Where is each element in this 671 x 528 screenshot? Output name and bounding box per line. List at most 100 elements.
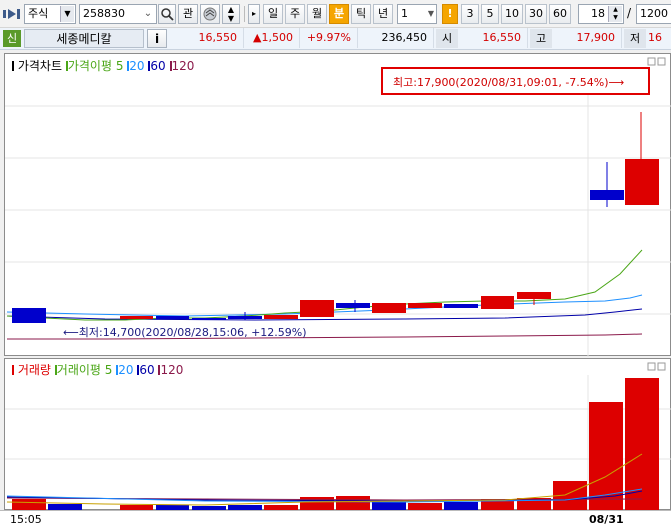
minute-60-button[interactable]: 60 [549, 4, 571, 24]
tab-tick[interactable]: 틱 [351, 4, 371, 24]
count-value: 18 [591, 7, 605, 20]
divider [244, 6, 245, 22]
search-button[interactable] [158, 4, 176, 24]
volume-bars [12, 378, 659, 511]
candle [228, 316, 262, 319]
interval-select[interactable]: 1 ▼ [397, 4, 437, 24]
volume-ma60: 60 [139, 363, 155, 377]
candle [192, 318, 226, 320]
count-separator: / [627, 6, 632, 20]
market-select-value: 주식 [28, 7, 49, 20]
maximize-icon [647, 362, 656, 371]
count-spinner[interactable]: 18 ▲ ▼ [578, 4, 624, 24]
volume-ma-label: 거래이평 [56, 363, 101, 377]
tab-year[interactable]: 년 [373, 4, 393, 24]
price-change: ▲1,500 [244, 28, 300, 48]
tab-day[interactable]: 일 [263, 4, 283, 24]
x-axis: 15:05 08/31 [0, 510, 671, 528]
stock-code-value: 258830 [83, 7, 125, 20]
chevron-down-icon[interactable]: ⌄ [141, 6, 155, 22]
candle [372, 303, 406, 313]
candle [590, 190, 624, 200]
close-box-icon [657, 362, 666, 371]
tab-week[interactable]: 주 [285, 4, 305, 24]
candle [336, 303, 370, 308]
total-value: 1200 [640, 7, 668, 20]
volume-chart-canvas [5, 362, 671, 511]
price-ma120: 120 [171, 59, 195, 73]
open-value: 16,550 [458, 28, 528, 48]
minute-3-button[interactable]: 3 [461, 4, 479, 24]
price-legend[interactable]: 가격차트 가격이평 5 20 60 120 [12, 57, 194, 73]
stock-name[interactable]: 세종메디칼 [24, 29, 144, 48]
x-axis-label-start: 15:05 [10, 513, 42, 526]
minute-5-button[interactable]: 5 [481, 4, 499, 24]
chevron-down-icon: ▼ [427, 9, 434, 18]
volume-legend[interactable]: 거래량 거래이평 5 20 60 120 [12, 361, 183, 377]
price-ma60: 60 [150, 59, 166, 73]
toolbar: 주식 ▼ 258830 ⌄ 관 ▲ ▼ ▸ 일 주 월 분 틱 년 1 ▼ ! 3… [0, 0, 671, 28]
volume-legend-title: 거래량 [17, 363, 51, 377]
high-label: 고 [530, 29, 552, 48]
minute-1-marker[interactable]: ! [442, 4, 458, 24]
spinner-arrows-icon[interactable]: ▲ ▼ [608, 6, 622, 22]
candle [625, 159, 659, 205]
price-ma-label: 가격이평 [67, 59, 112, 73]
favorite-button[interactable]: 관 [178, 4, 198, 24]
volume-ma120: 120 [160, 363, 184, 377]
candle [481, 296, 514, 309]
chevron-down-icon: ▼ [60, 6, 74, 22]
info-button[interactable]: i [147, 29, 167, 48]
stock-code-input[interactable]: 258830 ⌄ [79, 4, 157, 24]
close-box-icon [657, 57, 666, 66]
link-button[interactable] [200, 4, 220, 24]
legend-marker [12, 61, 14, 71]
legend-marker [12, 365, 14, 375]
interval-value: 1 [401, 7, 408, 20]
price-legend-title: 가격차트 [17, 59, 62, 73]
candles [12, 112, 659, 323]
low-value: 16 [648, 31, 662, 44]
trade-volume: 236,450 [358, 28, 434, 48]
period-tabs: 일 주 월 분 틱 년 [263, 4, 393, 24]
high-value: 17,900 [552, 28, 622, 48]
low-label: 저 [624, 29, 646, 48]
minute-30-button[interactable]: 30 [525, 4, 547, 24]
price-ma20: 20 [129, 59, 145, 73]
volume-ma5: 5 [104, 363, 113, 377]
menu-arrow-icon[interactable] [3, 7, 21, 21]
volume-bar [336, 496, 370, 511]
total-input[interactable]: 1200 [636, 4, 671, 24]
candle [517, 292, 551, 299]
change-percent: +9.97% [300, 28, 358, 48]
high-annotation: 최고:17,900(2020/08/31,09:01, -7.54%)⟶ [393, 76, 625, 89]
candle [156, 316, 189, 319]
high-annotation-box: 최고:17,900(2020/08/31,09:01, -7.54%)⟶ [381, 67, 650, 95]
quote-bar: 신 세종메디칼 i 16,550 ▲1,500 +9.97% 236,450 시… [0, 28, 671, 50]
new-listing-badge: 신 [3, 30, 21, 47]
low-annotation: ⟵최저:14,700(2020/08/28,15:06, +12.59%) [63, 326, 307, 339]
prev-button[interactable]: ▸ [248, 4, 260, 24]
candle [300, 300, 334, 317]
updown-button[interactable]: ▲ ▼ [222, 4, 240, 24]
volume-ma20: 20 [118, 363, 134, 377]
candle [120, 316, 153, 319]
price-chart-canvas [5, 57, 671, 357]
tab-minute[interactable]: 분 [329, 4, 349, 24]
stack-icon [203, 7, 217, 21]
tab-month[interactable]: 월 [307, 4, 327, 24]
minute-10-button[interactable]: 10 [501, 4, 523, 24]
candle [12, 308, 46, 323]
candle [408, 303, 442, 308]
candle [264, 315, 298, 319]
market-select[interactable]: 주식 ▼ [24, 4, 76, 24]
price-ma5: 5 [115, 59, 124, 73]
maximize-icon [647, 57, 656, 66]
price-chart-panel[interactable]: 가격차트 가격이평 5 20 60 120 최고:17,900(2020/08/… [4, 53, 671, 357]
candle [444, 304, 478, 308]
x-axis-label-date: 08/31 [589, 513, 624, 526]
current-price: 16,550 [170, 28, 244, 48]
open-label: 시 [436, 29, 458, 48]
search-icon [161, 8, 174, 21]
volume-chart-panel[interactable]: 거래량 거래이평 5 20 60 120 [4, 358, 671, 511]
